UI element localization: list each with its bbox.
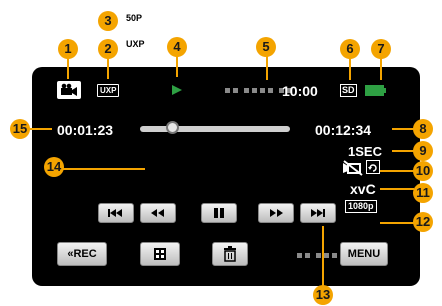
callout-1: 1: [58, 39, 78, 59]
index-icon: [154, 248, 166, 260]
rewind-button[interactable]: [140, 203, 176, 223]
pause-button[interactable]: [201, 203, 237, 223]
callout-6: 6: [340, 39, 360, 59]
forward-skip-icon: [311, 209, 325, 217]
callout-13: 13: [313, 285, 333, 305]
play-indicator-icon: [172, 85, 182, 95]
callout-14: 14: [44, 157, 64, 177]
video-mode-icon[interactable]: [57, 81, 81, 99]
skip-forward-button[interactable]: [300, 203, 336, 223]
format-label: xvC: [350, 181, 376, 197]
index-button[interactable]: [140, 242, 180, 266]
battery-icon: [365, 85, 384, 96]
rewind-icon: [151, 209, 164, 217]
rotate-icon: [366, 160, 380, 174]
quality-indicator: UXP: [97, 84, 120, 97]
callout-12: 12: [413, 212, 433, 232]
fast-forward-icon: [270, 209, 283, 217]
frame-rate-tag: 50P: [124, 13, 145, 24]
stabilizer-off-icon: [343, 160, 363, 176]
callout-3: 3: [98, 11, 118, 31]
skip-back-button[interactable]: [98, 203, 134, 223]
trash-icon: [224, 246, 236, 262]
fast-forward-button[interactable]: [258, 203, 294, 223]
menu-button[interactable]: MENU: [340, 242, 388, 266]
progress-knob[interactable]: [166, 121, 179, 134]
callout-8: 8: [413, 119, 433, 139]
progress-track[interactable]: [140, 126, 290, 132]
delete-button[interactable]: [212, 242, 248, 266]
callout-11: 11: [413, 183, 433, 203]
media-badge: SD: [340, 84, 357, 97]
callout-7: 7: [371, 39, 391, 59]
resolution-badge: 1080p: [345, 200, 377, 213]
quality-tag: UXP: [124, 39, 147, 50]
rewind-skip-icon: [108, 209, 122, 217]
callout-15: 15: [10, 119, 30, 139]
callout-5: 5: [256, 37, 276, 57]
elapsed-time: 00:01:23: [57, 122, 114, 138]
interval-label: 1SEC: [348, 144, 382, 159]
callout-10: 10: [413, 161, 433, 181]
pause-icon: [214, 208, 224, 218]
callout-2: 2: [98, 39, 118, 59]
callout-4: 4: [167, 37, 187, 57]
rec-button[interactable]: «REC: [57, 242, 107, 266]
callout-9: 9: [413, 141, 433, 161]
clock: 10:00: [282, 83, 318, 99]
total-time: 00:12:34: [315, 122, 372, 138]
